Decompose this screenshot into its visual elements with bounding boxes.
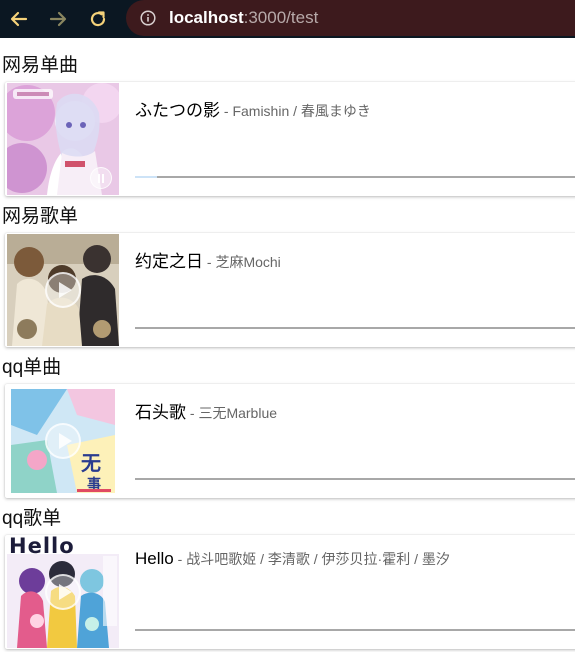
progress-bar[interactable]	[135, 176, 575, 178]
progress-bar[interactable]	[135, 327, 575, 329]
play-button[interactable]	[45, 423, 81, 459]
arrow-left-icon	[10, 11, 28, 27]
url-host: localhost	[169, 8, 244, 27]
url-path: :3000/test	[243, 8, 319, 27]
song-title: 约定之日	[135, 252, 203, 271]
pause-button[interactable]	[90, 167, 112, 189]
section-title: qq单曲	[2, 357, 62, 378]
album-cover[interactable]: Hello	[7, 536, 119, 648]
music-player: 无 事 石头歌 - 三无Marblue	[5, 384, 575, 498]
song-title: Hello	[135, 549, 174, 568]
song-title: 石头歌	[135, 403, 186, 422]
play-button[interactable]	[45, 272, 81, 308]
progress-bar[interactable]	[135, 478, 575, 480]
arrow-right-icon	[49, 11, 67, 27]
progress-bar[interactable]	[135, 629, 575, 631]
section-title: 网易歌单	[2, 206, 79, 227]
album-cover[interactable]: 无 事	[7, 385, 119, 497]
song-info: ふたつの影 - Famishin / 春風まゆき	[135, 96, 371, 121]
song-author: - Famishin / 春風まゆき	[220, 103, 371, 119]
music-player: 约定之日 - 芝麻Mochi	[5, 233, 575, 347]
song-info: 石头歌 - 三无Marblue	[135, 398, 277, 423]
music-player: ふたつの影 - Famishin / 春風まゆき	[5, 82, 575, 196]
music-player: Hello Hello - 战斗吧歌姬 / 李清歌 / 伊莎贝拉·霍利 / 墨汐	[5, 535, 575, 649]
browser-toolbar: localhost:3000/test	[0, 0, 575, 38]
album-cover[interactable]	[7, 83, 119, 195]
info-circle-icon[interactable]	[140, 10, 156, 26]
reload-icon	[90, 11, 106, 27]
svg-text:无: 无	[81, 451, 101, 475]
section-title: qq歌单	[2, 508, 62, 529]
song-title: ふたつの影	[135, 101, 220, 120]
forward-button[interactable]	[45, 6, 71, 32]
address-bar[interactable]: localhost:3000/test	[126, 0, 575, 36]
song-author: - 芝麻Mochi	[203, 254, 281, 270]
progress-loaded	[135, 176, 158, 178]
play-button[interactable]	[45, 574, 81, 610]
back-button[interactable]	[6, 6, 32, 32]
section-title: 网易单曲	[2, 55, 79, 76]
svg-text:Hello: Hello	[9, 536, 75, 558]
song-author: - 三无Marblue	[186, 405, 278, 421]
url-text: localhost:3000/test	[169, 8, 318, 28]
song-info: 约定之日 - 芝麻Mochi	[135, 247, 281, 272]
reload-button[interactable]	[85, 6, 111, 32]
album-cover[interactable]	[7, 234, 119, 346]
song-author: - 战斗吧歌姬 / 李清歌 / 伊莎贝拉·霍利 / 墨汐	[173, 551, 450, 567]
song-info: Hello - 战斗吧歌姬 / 李清歌 / 伊莎贝拉·霍利 / 墨汐	[135, 549, 450, 569]
